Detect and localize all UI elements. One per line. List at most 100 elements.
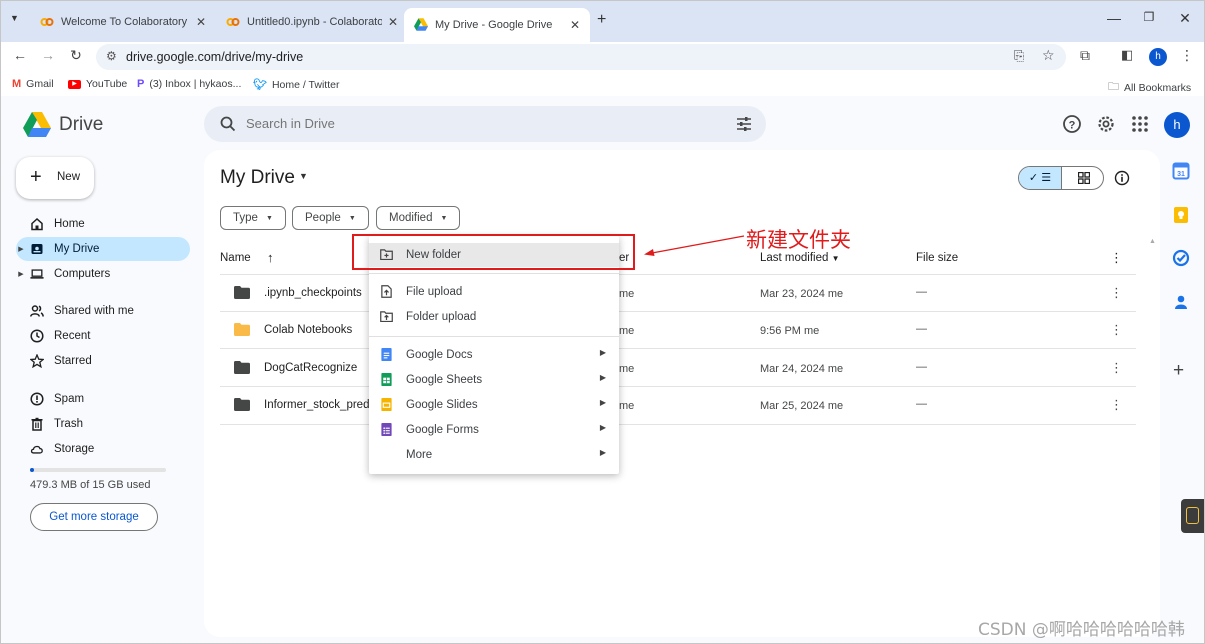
row-more-options-icon[interactable]: ⋮	[1110, 322, 1123, 338]
filter-type-chip[interactable]: Type ▼	[220, 206, 286, 230]
menu-divider	[369, 273, 619, 274]
account-avatar[interactable]: h	[1164, 112, 1190, 138]
more-options-icon[interactable]: ⋮	[1110, 250, 1123, 266]
drive-logo-text[interactable]: Drive	[59, 114, 103, 136]
row-more-options-icon[interactable]: ⋮	[1110, 285, 1123, 301]
expand-caret-icon[interactable]: ▶	[16, 245, 26, 253]
bookmark-label: YouTube	[86, 78, 128, 90]
menu-item-google-slides[interactable]: Google Slides ▶	[369, 393, 619, 417]
nav-label: Storage	[54, 443, 95, 455]
menu-item-label: Google Docs	[406, 349, 473, 361]
browser-tab-strip: ▼ Welcome To Colaboratory - C ✕ Untitled…	[0, 0, 1205, 42]
bookmark-star-icon[interactable]: ☆	[1042, 47, 1055, 64]
new-tab-button[interactable]: +	[597, 11, 606, 29]
title-dropdown-icon[interactable]: ▼	[299, 171, 308, 181]
list-view-icon[interactable]: ✓ ☰	[1019, 167, 1062, 189]
info-icon[interactable]	[1114, 170, 1130, 186]
bookmark-youtube[interactable]: ▶ YouTube	[68, 78, 127, 90]
side-panel-icon[interactable]: ◧	[1121, 47, 1133, 63]
layout-toggle[interactable]: ✓ ☰	[1018, 166, 1104, 190]
filter-modified-chip[interactable]: Modified ▼	[376, 206, 461, 230]
expand-caret-icon[interactable]: ▶	[16, 270, 26, 278]
close-icon[interactable]: ✕	[570, 18, 580, 32]
grid-view-icon[interactable]	[1062, 167, 1103, 189]
bookmark-gmail[interactable]: M Gmail	[12, 78, 54, 90]
nav-my-drive[interactable]: ▶ My Drive	[16, 237, 190, 261]
table-row[interactable]: Informer_stock_prediction me Mar 25, 202…	[220, 387, 1136, 424]
menu-item-google-sheets[interactable]: Google Sheets ▶	[369, 368, 619, 392]
bookmark-inbox[interactable]: P (3) Inbox | hykaos...	[137, 78, 241, 90]
site-info-icon[interactable]: ⚙	[106, 49, 117, 63]
nav-storage[interactable]: Storage	[16, 437, 190, 461]
column-header-file-size[interactable]: File size	[916, 252, 958, 264]
colab-icon	[226, 15, 240, 29]
menu-item-folder-upload[interactable]: Folder upload	[369, 305, 619, 329]
get-more-storage-button[interactable]: Get more storage	[30, 503, 158, 531]
tab-untitled-notebook[interactable]: Untitled0.ipynb - Colaborato ✕	[216, 8, 408, 36]
forward-icon[interactable]: →	[38, 47, 58, 63]
menu-item-google-docs[interactable]: Google Docs ▶	[369, 343, 619, 367]
table-row[interactable]: DogCatRecognize me Mar 24, 2024 me — ⋮	[220, 350, 1136, 387]
twitter-icon: 🐦︎	[253, 79, 267, 91]
scroll-up-icon[interactable]: ▲	[1149, 238, 1156, 245]
tab-search-icon[interactable]: ▼	[10, 13, 19, 23]
page-title[interactable]: My Drive	[220, 167, 295, 189]
side-panel-handle[interactable]	[1181, 499, 1205, 533]
reload-icon[interactable]: ↻	[66, 47, 86, 64]
nav-computers[interactable]: ▶ Computers	[16, 262, 190, 286]
search-options-icon[interactable]	[736, 116, 752, 132]
nav-shared-with-me[interactable]: Shared with me	[16, 299, 190, 323]
calendar-icon[interactable]: 31	[1172, 162, 1190, 180]
nav-starred[interactable]: Starred	[16, 349, 190, 373]
address-bar[interactable]: ⚙ drive.google.com/drive/my-drive ⎘ ☆	[96, 44, 1066, 70]
tab-my-drive[interactable]: My Drive - Google Drive ✕	[404, 8, 590, 42]
restore-icon[interactable]: ❐	[1134, 10, 1164, 24]
bookmark-twitter[interactable]: 🐦︎ Home / Twitter	[253, 78, 339, 92]
help-icon[interactable]: ?	[1062, 114, 1082, 134]
profile-avatar[interactable]: h	[1149, 48, 1167, 66]
extensions-icon[interactable]: ⧉	[1080, 47, 1090, 64]
search-input[interactable]	[246, 116, 726, 131]
menu-item-more[interactable]: More ▶	[369, 443, 619, 467]
row-more-options-icon[interactable]: ⋮	[1110, 397, 1123, 413]
window-close-icon[interactable]: ✕	[1170, 10, 1200, 27]
spam-icon	[30, 392, 44, 406]
menu-item-label: Google Forms	[406, 424, 479, 436]
contacts-icon[interactable]	[1172, 293, 1190, 311]
back-icon[interactable]: ←	[10, 47, 30, 63]
keep-icon[interactable]	[1172, 206, 1190, 224]
column-header-name[interactable]: Name	[220, 252, 251, 264]
table-row[interactable]: Colab Notebooks me 9:56 PM me — ⋮	[220, 312, 1136, 349]
menu-divider	[369, 336, 619, 337]
minimize-icon[interactable]: —	[1099, 10, 1129, 26]
table-row[interactable]: .ipynb_checkpoints me Mar 23, 2024 me — …	[220, 275, 1136, 312]
close-icon[interactable]: ✕	[196, 15, 206, 29]
close-icon[interactable]: ✕	[388, 15, 398, 29]
nav-recent[interactable]: Recent	[16, 324, 190, 348]
shared-icon	[30, 305, 44, 317]
tasks-icon[interactable]	[1172, 249, 1190, 267]
chip-label: Type	[233, 212, 258, 224]
browser-menu-icon[interactable]: ⋮	[1180, 47, 1194, 64]
menu-item-google-forms[interactable]: Google Forms ▶	[369, 418, 619, 442]
settings-gear-icon[interactable]	[1096, 114, 1116, 134]
menu-item-label: More	[406, 449, 433, 461]
all-bookmarks[interactable]: 🗀 All Bookmarks	[1108, 78, 1191, 97]
tab-welcome-colab[interactable]: Welcome To Colaboratory - C ✕	[30, 8, 216, 36]
my-drive-icon	[31, 244, 43, 254]
drive-logo-icon[interactable]	[23, 112, 51, 137]
search-bar[interactable]	[204, 106, 766, 142]
nav-spam[interactable]: Spam	[16, 387, 190, 411]
nav-home[interactable]: Home	[16, 212, 190, 236]
new-button[interactable]: + New	[16, 157, 94, 199]
sort-arrow-up-icon[interactable]: ↑	[267, 250, 274, 265]
search-icon[interactable]	[220, 116, 236, 132]
install-app-icon[interactable]: ⎘	[1014, 48, 1024, 64]
add-addon-icon[interactable]: +	[1173, 360, 1184, 382]
row-more-options-icon[interactable]: ⋮	[1110, 360, 1123, 376]
nav-trash[interactable]: Trash	[16, 412, 190, 436]
menu-item-file-upload[interactable]: File upload	[369, 280, 619, 304]
file-owner: me	[619, 288, 635, 300]
apps-grid-icon[interactable]	[1130, 114, 1150, 134]
filter-people-chip[interactable]: People ▼	[292, 206, 369, 230]
